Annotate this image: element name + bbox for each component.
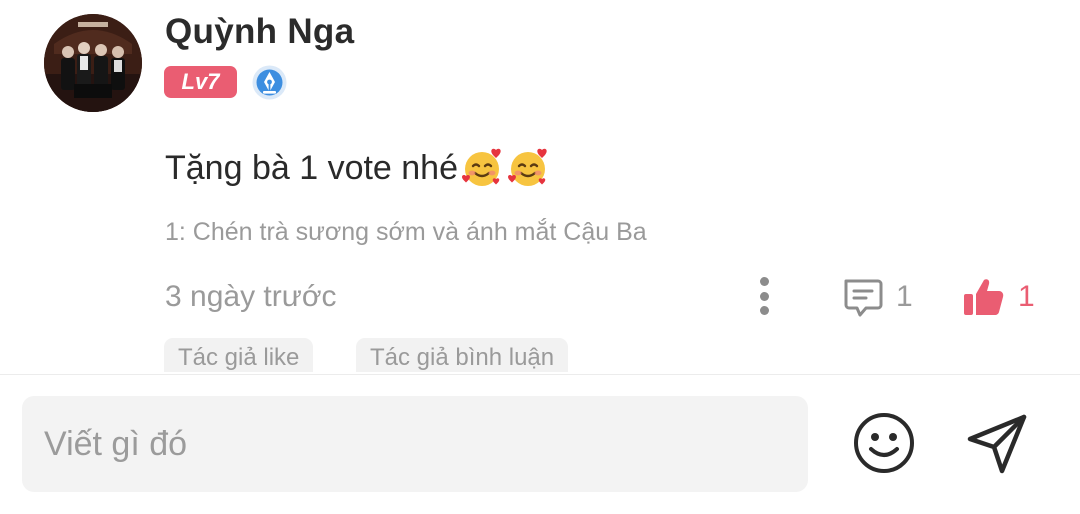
comment-icon: [844, 279, 883, 317]
smiley-icon: [854, 413, 914, 473]
reply-button[interactable]: 1: [840, 274, 913, 320]
comment-input[interactable]: [22, 396, 808, 492]
avatar[interactable]: [44, 14, 142, 112]
comment-text: Tặng bà 1 vote nhé: [165, 146, 550, 190]
more-options-icon: [759, 277, 769, 286]
level-badge: Lv7: [164, 66, 237, 98]
timestamp: 3 ngày trước: [165, 280, 337, 313]
chapter-reference[interactable]: 1: Chén trà sương sớm và ánh mắt Cậu Ba: [165, 218, 647, 247]
writer-badge-icon: [251, 64, 288, 101]
smiling-face-with-hearts-icon: [506, 146, 550, 190]
more-options-button[interactable]: [748, 274, 780, 318]
author-replied-tag: Tác giả bình luận: [356, 338, 569, 372]
comment-item: Quỳnh Nga Lv7 Tặng bà 1 vote nhé 1: Chén…: [0, 0, 1080, 372]
author-liked-tag: Tác giả like: [164, 338, 314, 372]
comment-composer: [0, 375, 1080, 514]
like-count: 1: [1018, 280, 1035, 313]
like-button[interactable]: 1: [962, 274, 1035, 320]
emoji-button[interactable]: [852, 411, 916, 475]
thumbs-up-icon: [964, 279, 1004, 315]
comment-body: Tặng bà 1 vote nhé: [165, 148, 459, 187]
send-button[interactable]: [964, 409, 1032, 477]
smiling-face-with-hearts-icon: [460, 146, 504, 190]
username[interactable]: Quỳnh Nga: [165, 12, 354, 52]
send-icon: [967, 414, 1027, 474]
reply-count: 1: [896, 280, 913, 313]
